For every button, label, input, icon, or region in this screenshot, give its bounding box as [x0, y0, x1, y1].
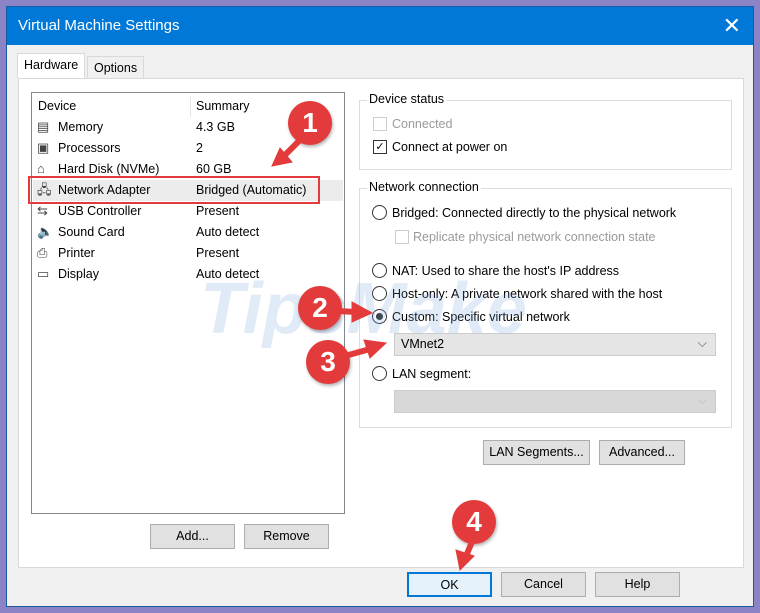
- device-summary: Present: [196, 204, 240, 218]
- advanced-button[interactable]: Advanced...: [599, 440, 685, 465]
- replicate-checkbox[interactable]: [395, 230, 409, 244]
- device-name: USB Controller: [58, 204, 142, 218]
- display-icon: ▭: [37, 266, 50, 281]
- connect-power-on-label: Connect at power on: [392, 140, 508, 154]
- device-row[interactable]: ⇆ USB Controller Present: [33, 201, 343, 222]
- device-summary: Auto detect: [196, 225, 260, 239]
- column-summary[interactable]: Summary: [196, 99, 249, 113]
- device-row[interactable]: ▭ Display Auto detect: [33, 264, 343, 285]
- tab-options[interactable]: Options: [87, 56, 145, 79]
- connected-label: Connected: [392, 117, 453, 131]
- device-summary: 2: [196, 141, 203, 155]
- device-name: Hard Disk (NVMe): [58, 162, 160, 176]
- add-button[interactable]: Add...: [150, 524, 235, 549]
- device-status-group: Device status Connected ✓ Connect at pow…: [359, 92, 732, 170]
- memory-icon: ▤: [37, 119, 50, 134]
- device-name: Processors: [58, 141, 121, 155]
- host-only-radio[interactable]: [372, 286, 387, 301]
- nat-label: NAT: Used to share the host's IP address: [392, 264, 620, 278]
- custom-label: Custom: Specific virtual network: [392, 310, 570, 324]
- annotation-badge-3: 3: [306, 340, 350, 384]
- device-summary: Present: [196, 246, 240, 260]
- device-name: Sound Card: [58, 225, 125, 239]
- connect-power-on-checkbox[interactable]: ✓: [373, 140, 387, 154]
- bridged-label: Bridged: Connected directly to the physi…: [392, 206, 677, 220]
- device-summary: Auto detect: [196, 267, 260, 281]
- title-bar: Virtual Machine Settings ✕: [7, 7, 753, 45]
- cancel-button[interactable]: Cancel: [501, 572, 586, 597]
- close-icon[interactable]: ✕: [723, 13, 741, 39]
- dialog-window: Virtual Machine Settings ✕ Hardware Opti…: [6, 6, 754, 607]
- device-name: Display: [58, 267, 99, 281]
- annotation-badge-4: 4: [452, 500, 496, 544]
- custom-network-value: VMnet2: [401, 337, 445, 351]
- device-status-title: Device status: [367, 92, 447, 106]
- chevron-down-icon: ⌵: [697, 393, 707, 407]
- highlight-box: [28, 176, 320, 204]
- tab-panel: Device Summary ▤ Memory 4.3 GB ▣ Processo…: [18, 78, 744, 568]
- custom-radio[interactable]: [372, 309, 387, 324]
- device-summary: 4.3 GB: [196, 120, 235, 134]
- device-name: Printer: [58, 246, 95, 260]
- speaker-icon: 🔈: [37, 224, 54, 239]
- tab-hardware[interactable]: Hardware: [17, 53, 86, 78]
- lan-segment-label: LAN segment:: [392, 367, 472, 381]
- bridged-radio[interactable]: [372, 205, 387, 220]
- column-device[interactable]: Device: [38, 99, 76, 113]
- device-summary: 60 GB: [196, 162, 232, 176]
- device-name: Memory: [58, 120, 104, 134]
- host-only-label: Host-only: A private network shared with…: [392, 287, 663, 301]
- usb-icon: ⇆: [37, 203, 48, 218]
- window-title: Virtual Machine Settings: [18, 17, 180, 34]
- annotation-badge-1: 1: [288, 101, 332, 145]
- lan-segment-select[interactable]: ⌵: [394, 390, 716, 413]
- device-row[interactable]: 🔈 Sound Card Auto detect: [33, 222, 343, 243]
- network-connection-title: Network connection: [367, 180, 481, 194]
- custom-network-select[interactable]: VMnet2 ⌵: [394, 333, 716, 356]
- connected-checkbox[interactable]: [373, 117, 387, 131]
- annotation-badge-2: 2: [298, 286, 342, 330]
- device-row[interactable]: ▣ Processors 2: [33, 138, 343, 159]
- lan-segments-button[interactable]: LAN Segments...: [483, 440, 590, 465]
- lan-segment-radio[interactable]: [372, 366, 387, 381]
- processor-icon: ▣: [37, 140, 50, 155]
- chevron-down-icon: ⌵: [697, 336, 707, 350]
- remove-button[interactable]: Remove: [244, 524, 329, 549]
- help-button[interactable]: Help: [595, 572, 680, 597]
- hard-disk-icon: ⌂: [37, 161, 45, 176]
- network-connection-group: Network connection Bridged: Connected di…: [359, 180, 732, 428]
- device-row[interactable]: ⎙ Printer Present: [33, 243, 343, 264]
- printer-icon: ⎙: [37, 245, 48, 260]
- replicate-label: Replicate physical network connection st…: [413, 230, 656, 244]
- ok-button[interactable]: OK: [407, 572, 492, 597]
- nat-radio[interactable]: [372, 263, 387, 278]
